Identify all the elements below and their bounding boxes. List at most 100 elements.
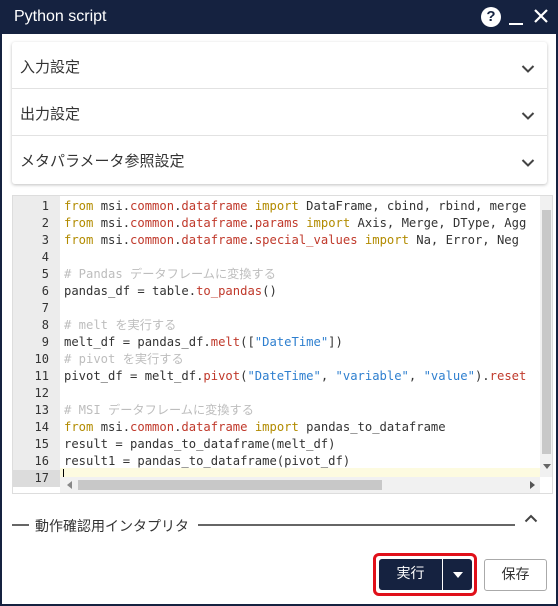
horizontal-scrollbar[interactable] [60, 477, 540, 493]
text-cursor [63, 469, 64, 477]
code-token: ([ [240, 335, 255, 349]
code-token: msi. [93, 420, 131, 434]
line-number: 11 [34, 369, 49, 383]
settings-panel: 入力設定 出力設定 メタパラメータ参照設定 [12, 42, 547, 184]
code-token: DataFrame, cbind, rbind, merge [298, 199, 527, 213]
line-number: 15 [34, 437, 49, 451]
code-token: import [254, 199, 299, 213]
code-token: pivot_df = melt_df. [64, 369, 204, 383]
code-token: from [64, 420, 94, 434]
code-token: melt [210, 335, 241, 349]
interpreter-label: 動作確認用インタプリタ [35, 519, 189, 535]
code-line: from msi.common.dataframe import pandas_… [64, 419, 446, 436]
code-token: dataframe [181, 216, 248, 230]
run-button[interactable]: 実行 [379, 559, 442, 590]
vertical-scroll-thumb[interactable] [542, 210, 551, 454]
accordion-label: 出力設定 [20, 105, 81, 123]
code-area[interactable]: from msi.common.dataframe import DataFra… [60, 196, 540, 477]
horizontal-scroll-thumb[interactable] [78, 480, 382, 490]
line-number: 17 [13, 470, 60, 487]
code-line: from msi.common.dataframe import DataFra… [64, 198, 526, 215]
run-dropdown-caret-down-icon[interactable] [443, 559, 472, 590]
scroll-left-arrow-icon[interactable] [67, 481, 72, 489]
line-number: 8 [41, 318, 49, 332]
line-number: 3 [41, 233, 49, 247]
line-number: 7 [41, 301, 49, 315]
close-icon[interactable] [532, 6, 550, 28]
code-line: result = pandas_to_dataframe(melt_df) [64, 436, 336, 453]
code-token: pivot [203, 369, 241, 383]
code-token: import [364, 233, 409, 247]
code-token: msi. [93, 233, 131, 247]
code-line: # pivot を実行する [64, 351, 184, 368]
line-number: 13 [34, 403, 49, 417]
divider [12, 524, 29, 526]
code-token: # MSI データフレームに変換する [64, 403, 254, 417]
scroll-right-arrow-icon[interactable] [530, 481, 535, 489]
code-token: params [254, 216, 299, 230]
line-number: 16 [34, 454, 49, 468]
chevron-up-icon[interactable] [524, 510, 538, 529]
code-token: msi. [93, 199, 131, 213]
save-button[interactable]: 保存 [484, 559, 547, 591]
code-token: . [247, 216, 255, 230]
line-number: 4 [41, 250, 49, 264]
accordion-metaparameter-settings[interactable]: メタパラメータ参照設定 [12, 136, 547, 183]
help-icon[interactable]: ? [481, 7, 501, 27]
line-number: 5 [41, 267, 49, 281]
code-token: # Pandas データフレームに変換する [64, 267, 276, 281]
code-token: import [254, 420, 299, 434]
accordion-label: 入力設定 [20, 58, 81, 76]
code-line: pivot_df = melt_df.pivot("DateTime", "va… [64, 368, 526, 385]
accordion-input-settings[interactable]: 入力設定 [12, 42, 547, 89]
interpreter-section: 動作確認用インタプリタ [12, 512, 547, 538]
scroll-down-arrow-icon[interactable] [543, 464, 551, 469]
code-token: from [64, 233, 94, 247]
code-token: common [130, 216, 175, 230]
code-token: result1 = pandas_to_dataframe(pivot_df) [64, 454, 351, 468]
code-token: from [64, 199, 94, 213]
code-line: result1 = pandas_to_dataframe(pivot_df) [64, 453, 350, 470]
code-line: # melt を実行する [64, 317, 176, 334]
minimize-icon[interactable] [508, 6, 524, 28]
code-token: . [247, 233, 255, 247]
code-token: to_pandas [196, 284, 263, 298]
code-token: common [130, 199, 175, 213]
line-number: 6 [41, 284, 49, 298]
code-token: dataframe [181, 233, 248, 247]
line-number: 1 [41, 199, 49, 213]
code-token: Na, Error, Neg [408, 233, 519, 247]
accordion-output-settings[interactable]: 出力設定 [12, 89, 547, 136]
line-number: 9 [41, 335, 49, 349]
line-number: 12 [34, 386, 49, 400]
code-token: common [130, 233, 175, 247]
code-token: special_values [254, 233, 358, 247]
accordion-label: メタパラメータ参照設定 [20, 152, 185, 170]
title-bar: Python script ? [2, 0, 558, 34]
vertical-scrollbar[interactable] [540, 196, 552, 477]
code-token: pandas_to_dataframe [298, 420, 446, 434]
code-token: # pivot を実行する [64, 352, 184, 366]
code-token: # melt を実行する [64, 318, 177, 332]
code-line: # MSI データフレームに変換する [64, 402, 254, 419]
code-token: melt_df = pandas_df. [64, 335, 211, 349]
code-token: Axis, Merge, DType, Agg [350, 216, 527, 230]
code-token: "DateTime" [254, 335, 329, 349]
code-token: dataframe [181, 420, 248, 434]
code-line: melt_df = pandas_df.melt(["DateTime"]) [64, 334, 343, 351]
code-token: msi. [93, 216, 131, 230]
code-line: pandas_df = table.to_pandas() [64, 283, 277, 300]
divider [198, 524, 515, 526]
code-token: "variable" [335, 369, 409, 383]
code-editor[interactable]: 1 2 3 4 5 6 7 8 9 10 11 12 13 14 15 16 17 from msi.commo… [12, 195, 553, 494]
code-token: , [320, 369, 336, 383]
code-token: "DateTime" [247, 369, 321, 383]
code-token: reset [489, 369, 527, 383]
code-line: from msi.common.dataframe.params import … [64, 215, 526, 232]
code-token: ). [474, 369, 490, 383]
code-line: # Pandas データフレームに変換する [64, 266, 276, 283]
python-script-dialog: Python script ? 入力設定 出力設定 メタパラメータ参照設定 1 [0, 0, 558, 606]
chevron-down-icon [521, 153, 535, 172]
code-token: pandas_df = table. [64, 284, 197, 298]
